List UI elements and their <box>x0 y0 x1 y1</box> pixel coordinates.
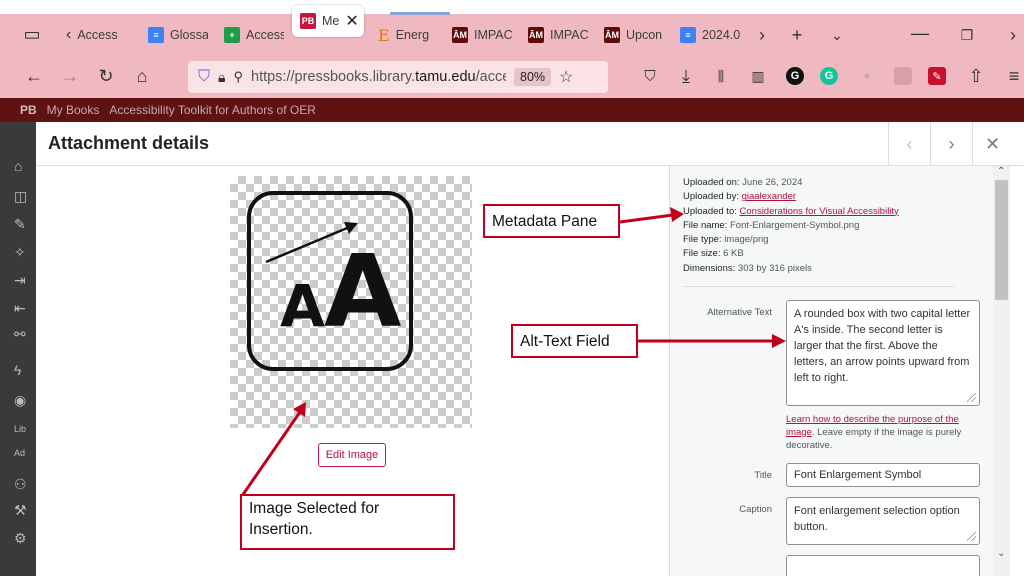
alt-text-field-callout: Alt-Text Field <box>511 324 638 358</box>
metadata-pane-callout: Metadata Pane <box>483 204 620 238</box>
annotation-arrows <box>240 207 786 497</box>
image-selected-callout: Image Selected for Insertion. <box>240 494 455 550</box>
